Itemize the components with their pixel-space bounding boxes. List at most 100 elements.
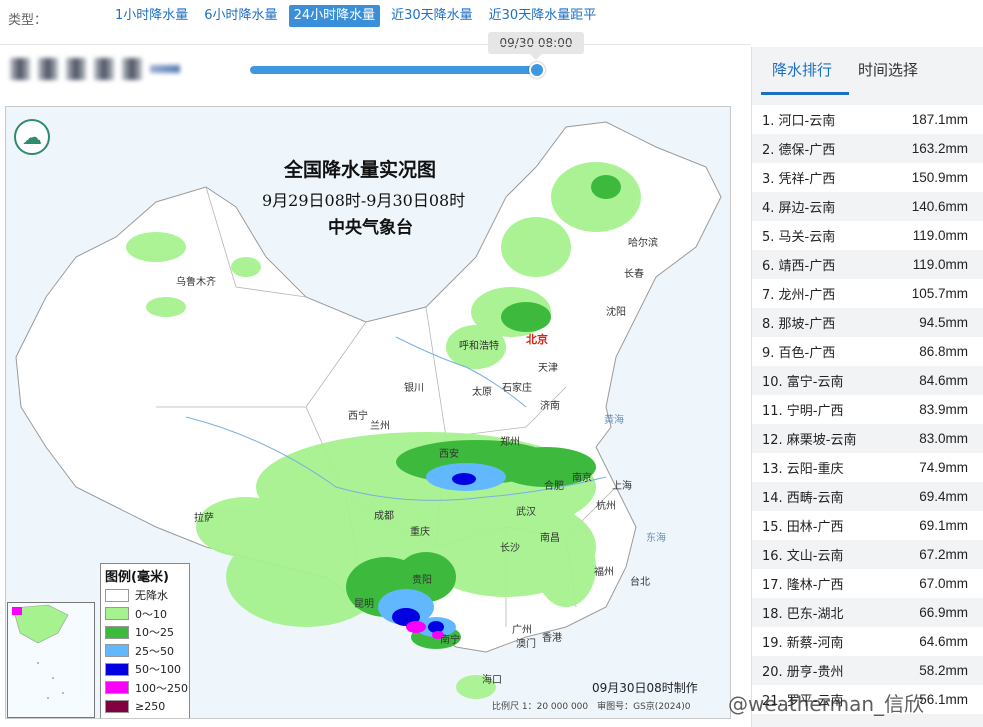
city-label: 南昌 xyxy=(540,533,560,544)
city-label: 呼和浩特 xyxy=(459,341,499,352)
legend-label: 25～50 xyxy=(135,644,174,658)
legend-label: 10～25 xyxy=(135,626,174,640)
ranking-list: 1. 河口-云南 187.1mm 2. 德保-广西 163.2mm 3. 凭祥-广西… xyxy=(752,105,983,714)
station-name: 17. 隆林-广西 xyxy=(762,578,844,593)
precip-value: 163.2mm xyxy=(911,141,968,156)
city-label: 海口 xyxy=(482,675,502,686)
city-label: 澳门 xyxy=(516,639,536,650)
tab-24h-precip[interactable]: 24小时降水量 xyxy=(288,5,381,27)
precip-value: 94.5mm xyxy=(919,315,968,330)
ranking-row[interactable]: 6. 靖西-广西 119.0mm xyxy=(752,250,983,279)
station-name: 18. 巴东-湖北 xyxy=(762,607,844,622)
precip-value: 67.2mm xyxy=(919,547,968,562)
tab-6h-precip[interactable]: 6小时降水量 xyxy=(199,5,282,27)
ranking-row[interactable]: 17. 隆林-广西 67.0mm xyxy=(752,569,983,598)
legend-item: 无降水 xyxy=(101,586,189,605)
legend-swatch xyxy=(105,607,129,621)
city-label: 广州 xyxy=(512,625,532,636)
precip-value: 74.9mm xyxy=(919,460,968,475)
tab-30d-precip[interactable]: 近30天降水量 xyxy=(386,5,478,27)
ranking-row[interactable]: 12. 麻栗坡-云南 83.0mm xyxy=(752,424,983,453)
precip-value: 83.9mm xyxy=(919,402,968,417)
time-slider-handle[interactable] xyxy=(529,62,545,78)
city-label: 哈尔滨 xyxy=(628,238,658,249)
station-name: 5. 马关-云南 xyxy=(762,230,836,245)
ranking-row[interactable]: 1. 河口-云南 187.1mm xyxy=(752,105,983,134)
precip-value: 140.6mm xyxy=(911,199,968,214)
tab-precip-ranking[interactable]: 降水排行 xyxy=(772,59,832,80)
ranking-row[interactable]: 4. 屏边-云南 140.6mm xyxy=(752,192,983,221)
legend-item: 10～25 xyxy=(101,623,189,642)
city-label: 西安 xyxy=(439,449,459,460)
ranking-row[interactable]: 15. 田林-广西 69.1mm xyxy=(752,511,983,540)
right-panel: 降水排行 时间选择 1. 河口-云南 187.1mm 2. 德保-广西 163.2m… xyxy=(751,47,983,727)
station-name: 20. 册亨-贵州 xyxy=(762,665,844,680)
city-label: 台北 xyxy=(630,577,650,588)
type-label: 类型： xyxy=(8,13,48,28)
ranking-row[interactable]: 3. 凭祥-广西 150.9mm xyxy=(752,163,983,192)
legend-swatch xyxy=(105,644,129,658)
city-label: 郑州 xyxy=(500,437,520,448)
precip-value: 67.0mm xyxy=(919,576,968,591)
ranking-row[interactable]: 7. 龙州-广西 105.7mm xyxy=(752,279,983,308)
station-name: 2. 德保-广西 xyxy=(762,143,836,158)
ranking-row[interactable]: 10. 富宁-云南 84.6mm xyxy=(752,366,983,395)
station-name: 14. 西畴-云南 xyxy=(762,491,844,506)
precip-value: 84.6mm xyxy=(919,373,968,388)
divider xyxy=(0,44,750,45)
city-label: 银川 xyxy=(404,383,424,394)
legend-swatch xyxy=(105,625,129,639)
legend-label: 无降水 xyxy=(135,589,168,603)
precipitation-map: ☁ 全国降水量实况图 9月29日08时-9月30日08时 中央气象台 哈尔滨 长… xyxy=(5,106,731,719)
legend-label: ≥250 xyxy=(135,699,166,713)
sea-label: 东海 xyxy=(646,533,666,544)
watermark-credit: @weatherman_信欣 xyxy=(728,692,925,716)
ranking-row[interactable]: 19. 新蔡-河南 64.6mm xyxy=(752,627,983,656)
city-label-capital: 北京 xyxy=(526,333,548,346)
legend-item: 50～100 xyxy=(101,660,189,679)
legend-item: 100～250 xyxy=(101,679,189,698)
precip-value: 83.0mm xyxy=(919,431,968,446)
tab-time-select[interactable]: 时间选择 xyxy=(858,59,918,80)
type-tabs: 1小时降水量 6小时降水量 24小时降水量 近30天降水量 近30天降水量距平 xyxy=(110,5,601,27)
legend-label: 100～250 xyxy=(135,681,188,695)
precip-value: 64.6mm xyxy=(919,634,968,649)
ranking-row[interactable]: 8. 那坡-广西 94.5mm xyxy=(752,308,983,337)
ranking-row[interactable]: 20. 册亨-贵州 58.2mm xyxy=(752,656,983,685)
station-name: 7. 龙州-广西 xyxy=(762,288,836,303)
tab-30d-anomaly[interactable]: 近30天降水量距平 xyxy=(484,5,602,27)
city-label: 长春 xyxy=(624,269,644,280)
ranking-row[interactable]: 2. 德保-广西 163.2mm xyxy=(752,134,983,163)
station-name: 10. 富宁-云南 xyxy=(762,375,844,390)
precip-value: 86.8mm xyxy=(919,344,968,359)
time-slider-track[interactable] xyxy=(250,66,536,74)
type-bar: 类型： 1小时降水量 6小时降水量 24小时降水量 近30天降水量 近30天降水… xyxy=(0,0,983,34)
ranking-row[interactable]: 9. 百色-广西 86.8mm xyxy=(752,337,983,366)
city-label: 济南 xyxy=(540,401,560,412)
ranking-row[interactable]: 18. 巴东-湖北 66.9mm xyxy=(752,598,983,627)
city-label: 太原 xyxy=(472,387,492,398)
station-name: 8. 那坡-广西 xyxy=(762,317,836,332)
scale-note: 比例尺 1：20 000 000 审图号：GS京(2024)0 xyxy=(492,702,691,712)
ranking-row[interactable]: 11. 宁明-广西 83.9mm xyxy=(752,395,983,424)
active-tab-indicator xyxy=(761,92,849,95)
station-name: 11. 宁明-广西 xyxy=(762,404,844,419)
city-label: 成都 xyxy=(374,511,394,522)
ranking-row[interactable]: 13. 云阳-重庆 74.9mm xyxy=(752,453,983,482)
legend-item: 25～50 xyxy=(101,642,189,661)
precip-value: 105.7mm xyxy=(911,286,968,301)
ranking-row[interactable]: 16. 文山-云南 67.2mm xyxy=(752,540,983,569)
legend-title: 图例(毫米) xyxy=(105,570,169,585)
map-agency: 中央气象台 xyxy=(328,218,413,238)
legend-label: 0～10 xyxy=(135,607,167,621)
station-name: 6. 靖西-广西 xyxy=(762,259,836,274)
city-label: 武汉 xyxy=(516,507,536,518)
station-name: 9. 百色-广西 xyxy=(762,346,836,361)
city-label: 拉萨 xyxy=(194,513,214,524)
ranking-row[interactable]: 14. 西畴-云南 69.4mm xyxy=(752,482,983,511)
precip-value: 69.4mm xyxy=(919,489,968,504)
city-label: 乌鲁木齐 xyxy=(176,277,216,288)
tab-1h-precip[interactable]: 1小时降水量 xyxy=(110,5,193,27)
city-label: 沈阳 xyxy=(606,307,626,318)
ranking-row[interactable]: 5. 马关-云南 119.0mm xyxy=(752,221,983,250)
